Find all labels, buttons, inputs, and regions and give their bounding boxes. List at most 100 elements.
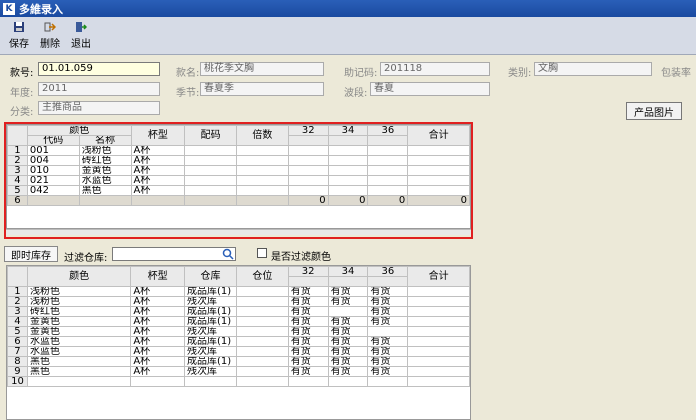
multiple-cell[interactable] [236, 155, 289, 166]
tab-stock[interactable]: 即时库存 [4, 246, 58, 262]
color-code-cell[interactable]: 010 [26, 165, 80, 176]
table-row[interactable]: 1 浅粉色 A杯 成品库(1) 有货 有货 有货 [7, 286, 470, 297]
cup-cell[interactable]: A杯 [130, 185, 186, 196]
code-label: 款号: [10, 68, 34, 79]
stock-cup-cell: A杯 [130, 356, 186, 367]
size-cell[interactable] [327, 175, 369, 186]
search-icon[interactable] [222, 248, 234, 260]
stock-size-cell: 有货 [327, 326, 369, 337]
table-row[interactable]: 4 金黄色 A杯 成品库(1) 有货 有货 有货 [7, 316, 470, 327]
delete-button[interactable]: 删除 [35, 17, 65, 53]
multiple-cell[interactable] [236, 145, 289, 156]
name-field[interactable]: 桃花季文胸 [200, 62, 324, 76]
stock-total-cell [407, 336, 470, 347]
row-number: 4 [7, 316, 28, 327]
size-cell[interactable] [287, 175, 329, 186]
row-number: 4 [7, 175, 28, 186]
color-code-cell[interactable]: 021 [26, 175, 80, 186]
size-cell[interactable] [327, 185, 369, 196]
size-cell[interactable] [367, 145, 409, 156]
size-header-36: 36 [367, 125, 409, 136]
entry-scrollbar[interactable] [6, 229, 471, 235]
color-code-cell[interactable]: 004 [26, 155, 80, 166]
size-cell[interactable] [287, 165, 329, 176]
season-field[interactable]: 春夏季 [200, 82, 324, 96]
code-field[interactable]: 01.01.059 [38, 62, 160, 76]
color-name-cell[interactable]: 金黄色 [78, 165, 132, 176]
table-row[interactable]: 10 [7, 376, 470, 387]
size-cell[interactable] [327, 145, 369, 156]
location-cell [236, 336, 289, 347]
title-bar: K 多維录入 [0, 0, 696, 17]
ratio-cell[interactable] [184, 185, 238, 196]
filter-color-checkbox[interactable] [257, 248, 267, 258]
table-row[interactable]: 7 水蓝色 A杯 残次库 有货 有货 有货 [7, 346, 470, 357]
stock-cup-cell [130, 376, 186, 387]
table-row[interactable]: 2 浅粉色 A杯 残次库 有货 有货 有货 [7, 296, 470, 307]
color-code-cell[interactable]: 042 [26, 185, 80, 196]
row-number: 1 [7, 286, 28, 297]
size-cell[interactable] [367, 155, 409, 166]
table-row[interactable]: 3 砖红色 A杯 成品库(1) 有货 有货 [7, 306, 470, 317]
product-photo-button[interactable]: 产品图片 [626, 102, 682, 120]
stock-size-cell: 有货 [367, 306, 409, 317]
ratio-cell[interactable] [184, 145, 238, 156]
size-cell[interactable] [367, 185, 409, 196]
location-cell [236, 366, 289, 377]
table-row[interactable]: 9 黑色 A杯 残次库 有货 有货 有货 [7, 366, 470, 377]
exit-button[interactable]: 退出 [66, 17, 96, 53]
category-field[interactable]: 文胸 [534, 62, 652, 76]
table-row[interactable]: 3 010 金黄色 A杯 [7, 165, 470, 176]
table-row[interactable]: 4 021 水蓝色 A杯 [7, 175, 470, 186]
table-row[interactable]: 5 金黄色 A杯 残次库 有货 有货 [7, 326, 470, 337]
class-field[interactable]: 主推商品 [38, 101, 160, 115]
cup-cell[interactable]: A杯 [130, 145, 186, 156]
ratio-header: 配码 [184, 125, 238, 146]
size-cell[interactable] [287, 145, 329, 156]
sum-34-cell: 0 [327, 195, 369, 206]
multiple-cell[interactable] [236, 175, 289, 186]
color-name-cell[interactable]: 水蓝色 [78, 175, 132, 186]
stock-size-cell: 有货 [367, 346, 409, 357]
warehouse-header: 仓库 [184, 266, 237, 287]
stock-color-cell: 金黄色 [26, 326, 132, 337]
cup-cell[interactable]: A杯 [130, 165, 186, 176]
size-cell[interactable] [327, 165, 369, 176]
table-row[interactable]: 8 黑色 A杯 成品库(1) 有货 有货 有货 [7, 356, 470, 367]
warehouse-cell: 残次库 [184, 346, 237, 357]
size-cell[interactable] [327, 155, 369, 166]
multiple-cell[interactable] [236, 185, 289, 196]
cup-cell[interactable]: A杯 [130, 155, 186, 166]
sum-empty-cell [130, 195, 186, 206]
ratio-cell[interactable] [184, 165, 238, 176]
size-cell[interactable] [367, 175, 409, 186]
size-cell[interactable] [367, 165, 409, 176]
ratio-cell[interactable] [184, 155, 238, 166]
size-cell[interactable] [287, 185, 329, 196]
year-field[interactable]: 2011 [38, 82, 160, 96]
band-field[interactable]: 春夏 [370, 82, 490, 96]
color-code-cell[interactable]: 001 [26, 145, 80, 156]
ratio-cell[interactable] [184, 175, 238, 186]
filter-warehouse-label: 过滤仓库: [64, 253, 108, 264]
stock-size-cell: 有货 [367, 316, 409, 327]
table-row[interactable]: 1 001 浅粉色 A杯 [7, 145, 470, 156]
entry-grid: 颜色 杯型 配码 倍数 32 34 36 合计 代码 名称 1 001 浅粉色 A杯 2… [6, 124, 471, 229]
table-row[interactable]: 2 004 砖红色 A杯 [7, 155, 470, 166]
filter-warehouse-input[interactable] [112, 247, 236, 261]
table-row[interactable]: 6 水蓝色 A杯 成品库(1) 有货 有货 有货 [7, 336, 470, 347]
color-name-cell[interactable]: 浅粉色 [78, 145, 132, 156]
size-cell[interactable] [287, 155, 329, 166]
memo-field[interactable]: 201118 [380, 62, 490, 76]
multiple-cell[interactable] [236, 165, 289, 176]
stock-size-cell: 有货 [367, 356, 409, 367]
stock-size-cell [327, 306, 369, 317]
stock-size-cell: 有货 [367, 286, 409, 297]
row-number: 2 [7, 296, 28, 307]
color-name-cell[interactable]: 黑色 [78, 185, 132, 196]
table-row[interactable]: 5 042 黑色 A杯 [7, 185, 470, 196]
total-cell [407, 185, 470, 196]
cup-cell[interactable]: A杯 [130, 175, 186, 186]
save-button[interactable]: 保存 [4, 17, 34, 53]
color-name-cell[interactable]: 砖红色 [78, 155, 132, 166]
